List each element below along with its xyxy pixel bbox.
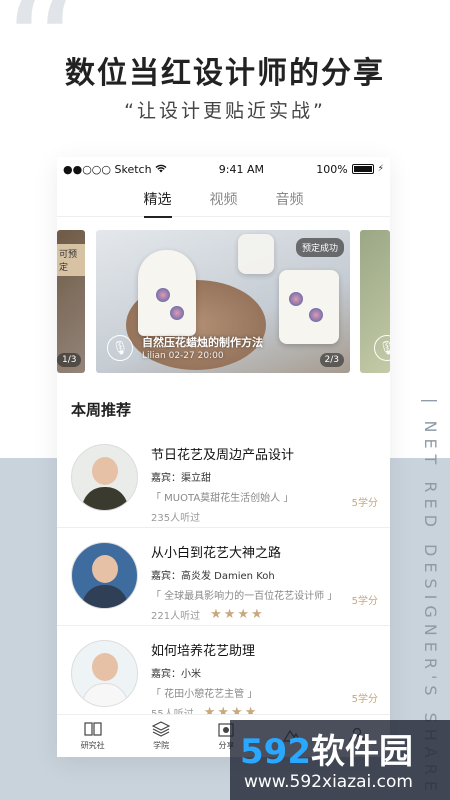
nav-label: 学院 — [153, 741, 170, 750]
status-time: 9:41 AM — [218, 162, 264, 176]
flower-decoration — [156, 288, 170, 302]
rating-stars: ★★★★ — [210, 607, 265, 622]
status-battery-area: 100% ⚡ — [316, 163, 384, 176]
avatar — [71, 444, 138, 511]
nav-item-academy[interactable]: 学院 — [152, 721, 171, 751]
item-guest: 嘉宾：高炎发 Damien Koh — [151, 571, 275, 582]
list-item[interactable]: 节日花艺及周边产品设计 嘉宾：渠立甜 「 MUOTA莫甜花生活创始人 」 235… — [57, 430, 390, 528]
item-intro: 「 MUOTA莫甜花生活创始人 」 — [151, 493, 294, 504]
candle-image — [138, 250, 196, 336]
item-info: 如何培养花艺助理 嘉宾：小米 「 花田小憩花艺主管 」 55人听过 ★★★★ 5… — [151, 640, 378, 720]
battery-icon — [351, 164, 374, 174]
content-tabs: 精选 视频 音频 — [57, 181, 390, 218]
credits-badge: 5学分 — [351, 694, 378, 705]
credits-badge: 5学分 — [351, 498, 378, 509]
avatar-head — [92, 457, 118, 485]
item-intro: 「 全球最具影响力的一百位花艺设计师 」 — [151, 591, 338, 602]
candle-image — [279, 270, 339, 344]
avatar-body — [82, 683, 128, 706]
site-watermark: 592软件园 www.592xiazai.com — [230, 720, 450, 800]
card-meta: Lilian 02-27 20:00 — [142, 351, 224, 361]
card-badge-prev: 可预定 — [57, 244, 85, 276]
nav-label: 研究社 — [80, 741, 105, 750]
battery-text: 100% — [316, 162, 348, 176]
watermark-text: 软件园 — [310, 732, 413, 772]
candle-image — [238, 234, 274, 274]
microphone-icon[interactable]: 🎙 — [107, 335, 133, 361]
booking-status-badge: 预定成功 — [295, 238, 344, 257]
book-icon — [84, 721, 102, 737]
carousel-card-prev[interactable]: 可预定 1/3 — [57, 230, 85, 373]
watermark-logo: 592软件园 — [240, 724, 413, 773]
tab-audio[interactable]: 音频 — [276, 183, 304, 215]
tab-video[interactable]: 视频 — [210, 183, 238, 215]
item-guest: 嘉宾：渠立甜 — [151, 473, 211, 484]
carousel-card-next[interactable]: 🎙 — [360, 230, 390, 373]
tab-featured[interactable]: 精选 — [143, 183, 172, 218]
item-title: 节日花艺及周边产品设计 — [151, 448, 295, 463]
carousel: 可预定 1/3 预定成功 🎙 自然压花蜡烛的制作方法 Lilian 02-27 … — [57, 230, 390, 390]
item-intro: 「 花田小憩花艺主管 」 — [151, 689, 258, 700]
item-info: 节日花艺及周边产品设计 嘉宾：渠立甜 「 MUOTA莫甜花生活创始人 」 235… — [151, 444, 378, 524]
item-title: 如何培养花艺助理 — [151, 644, 256, 659]
wifi-icon — [155, 163, 167, 176]
avatar — [71, 640, 138, 707]
carousel-card-main[interactable]: 预定成功 🎙 自然压花蜡烛的制作方法 Lilian 02-27 20:00 2/… — [96, 230, 350, 373]
nav-item-research[interactable]: 研究社 — [81, 721, 105, 751]
page-indicator: 2/3 — [319, 353, 344, 367]
phone-screen: ●●○○○ Sketch 9:41 AM 100% ⚡ 精选 视频 音频 可预定… — [57, 157, 390, 757]
item-info: 从小白到花艺大神之路 嘉宾：高炎发 Damien Koh 「 全球最具影响力的一… — [151, 542, 378, 622]
flower-decoration — [170, 306, 184, 320]
section-title: 本周推荐 — [71, 401, 132, 419]
item-title: 从小白到花艺大神之路 — [151, 546, 282, 561]
credits-badge: 5学分 — [351, 596, 378, 607]
recommendation-list: 节日花艺及周边产品设计 嘉宾：渠立甜 「 MUOTA莫甜花生活创始人 」 235… — [57, 430, 390, 724]
flower-decoration — [309, 308, 323, 322]
watermark-number: 592 — [240, 732, 311, 772]
list-item[interactable]: 如何培养花艺助理 嘉宾：小米 「 花田小憩花艺主管 」 55人听过 ★★★★ 5… — [57, 626, 390, 724]
layers-icon — [152, 721, 171, 737]
headline: 数位当红设计师的分享 — [65, 56, 385, 91]
item-guest: 嘉宾：小米 — [151, 669, 201, 680]
avatar-body — [82, 585, 128, 608]
charging-icon: ⚡ — [377, 164, 384, 174]
status-bar: ●●○○○ Sketch 9:41 AM 100% ⚡ — [57, 157, 390, 181]
list-item[interactable]: 从小白到花艺大神之路 嘉宾：高炎发 Damien Koh 「 全球最具影响力的一… — [57, 528, 390, 626]
subline: “让设计更贴近实战” — [124, 100, 326, 122]
avatar — [71, 542, 138, 609]
microphone-icon[interactable]: 🎙 — [374, 335, 390, 361]
item-stats: 221人听过 ★★★★ — [151, 607, 378, 622]
flower-decoration — [289, 292, 303, 306]
watermark-url: www.592xiazai.com — [244, 772, 413, 792]
carrier-text: ●●○○○ Sketch — [63, 162, 152, 176]
avatar-body — [82, 487, 128, 510]
listener-count: 221人听过 — [151, 611, 201, 622]
avatar-head — [92, 653, 118, 681]
status-carrier: ●●○○○ Sketch — [63, 163, 167, 176]
page-indicator-prev: 1/3 — [57, 353, 82, 367]
avatar-head — [92, 555, 118, 583]
item-stats: 235人听过 — [151, 509, 378, 524]
card-title: 自然压花蜡烛的制作方法 — [142, 336, 263, 349]
listener-count: 235人听过 — [151, 513, 201, 524]
